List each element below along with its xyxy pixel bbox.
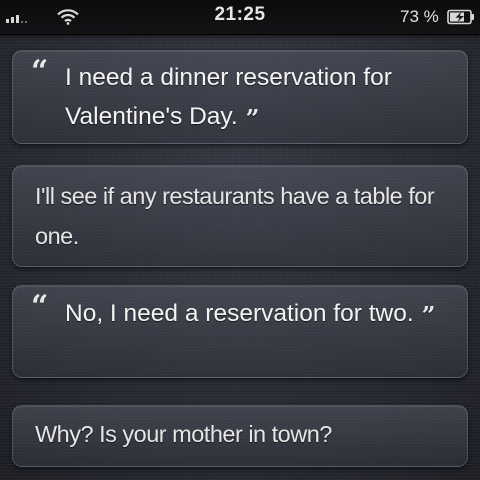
user-message-bubble: “ No, I need a reservation for two.” [12,285,468,378]
user-message-text: I need a dinner reservation for Valentin… [65,64,392,133]
assistant-reply-bubble: I'll see if any restaurants have a table… [12,165,468,267]
battery-charging-icon [447,9,474,25]
assistant-reply-bubble: Why? Is your mother in town? [12,405,468,467]
assistant-reply-text: Why? Is your mother in town? [35,421,332,447]
close-quote-icon: ” [421,301,436,330]
open-quote-icon: “ [31,289,48,324]
open-quote-icon: “ [31,54,48,89]
battery-percentage: 73 % [400,7,439,26]
assistant-reply-text: I'll see if any restaurants have a table… [35,183,435,249]
user-message-text: No, I need a reservation for two.” [65,300,436,330]
close-quote-icon: ” [245,104,260,133]
user-message-bubble: “ I need a dinner reservation for Valent… [12,50,468,144]
status-bar: 21:25 73 % [0,0,480,35]
